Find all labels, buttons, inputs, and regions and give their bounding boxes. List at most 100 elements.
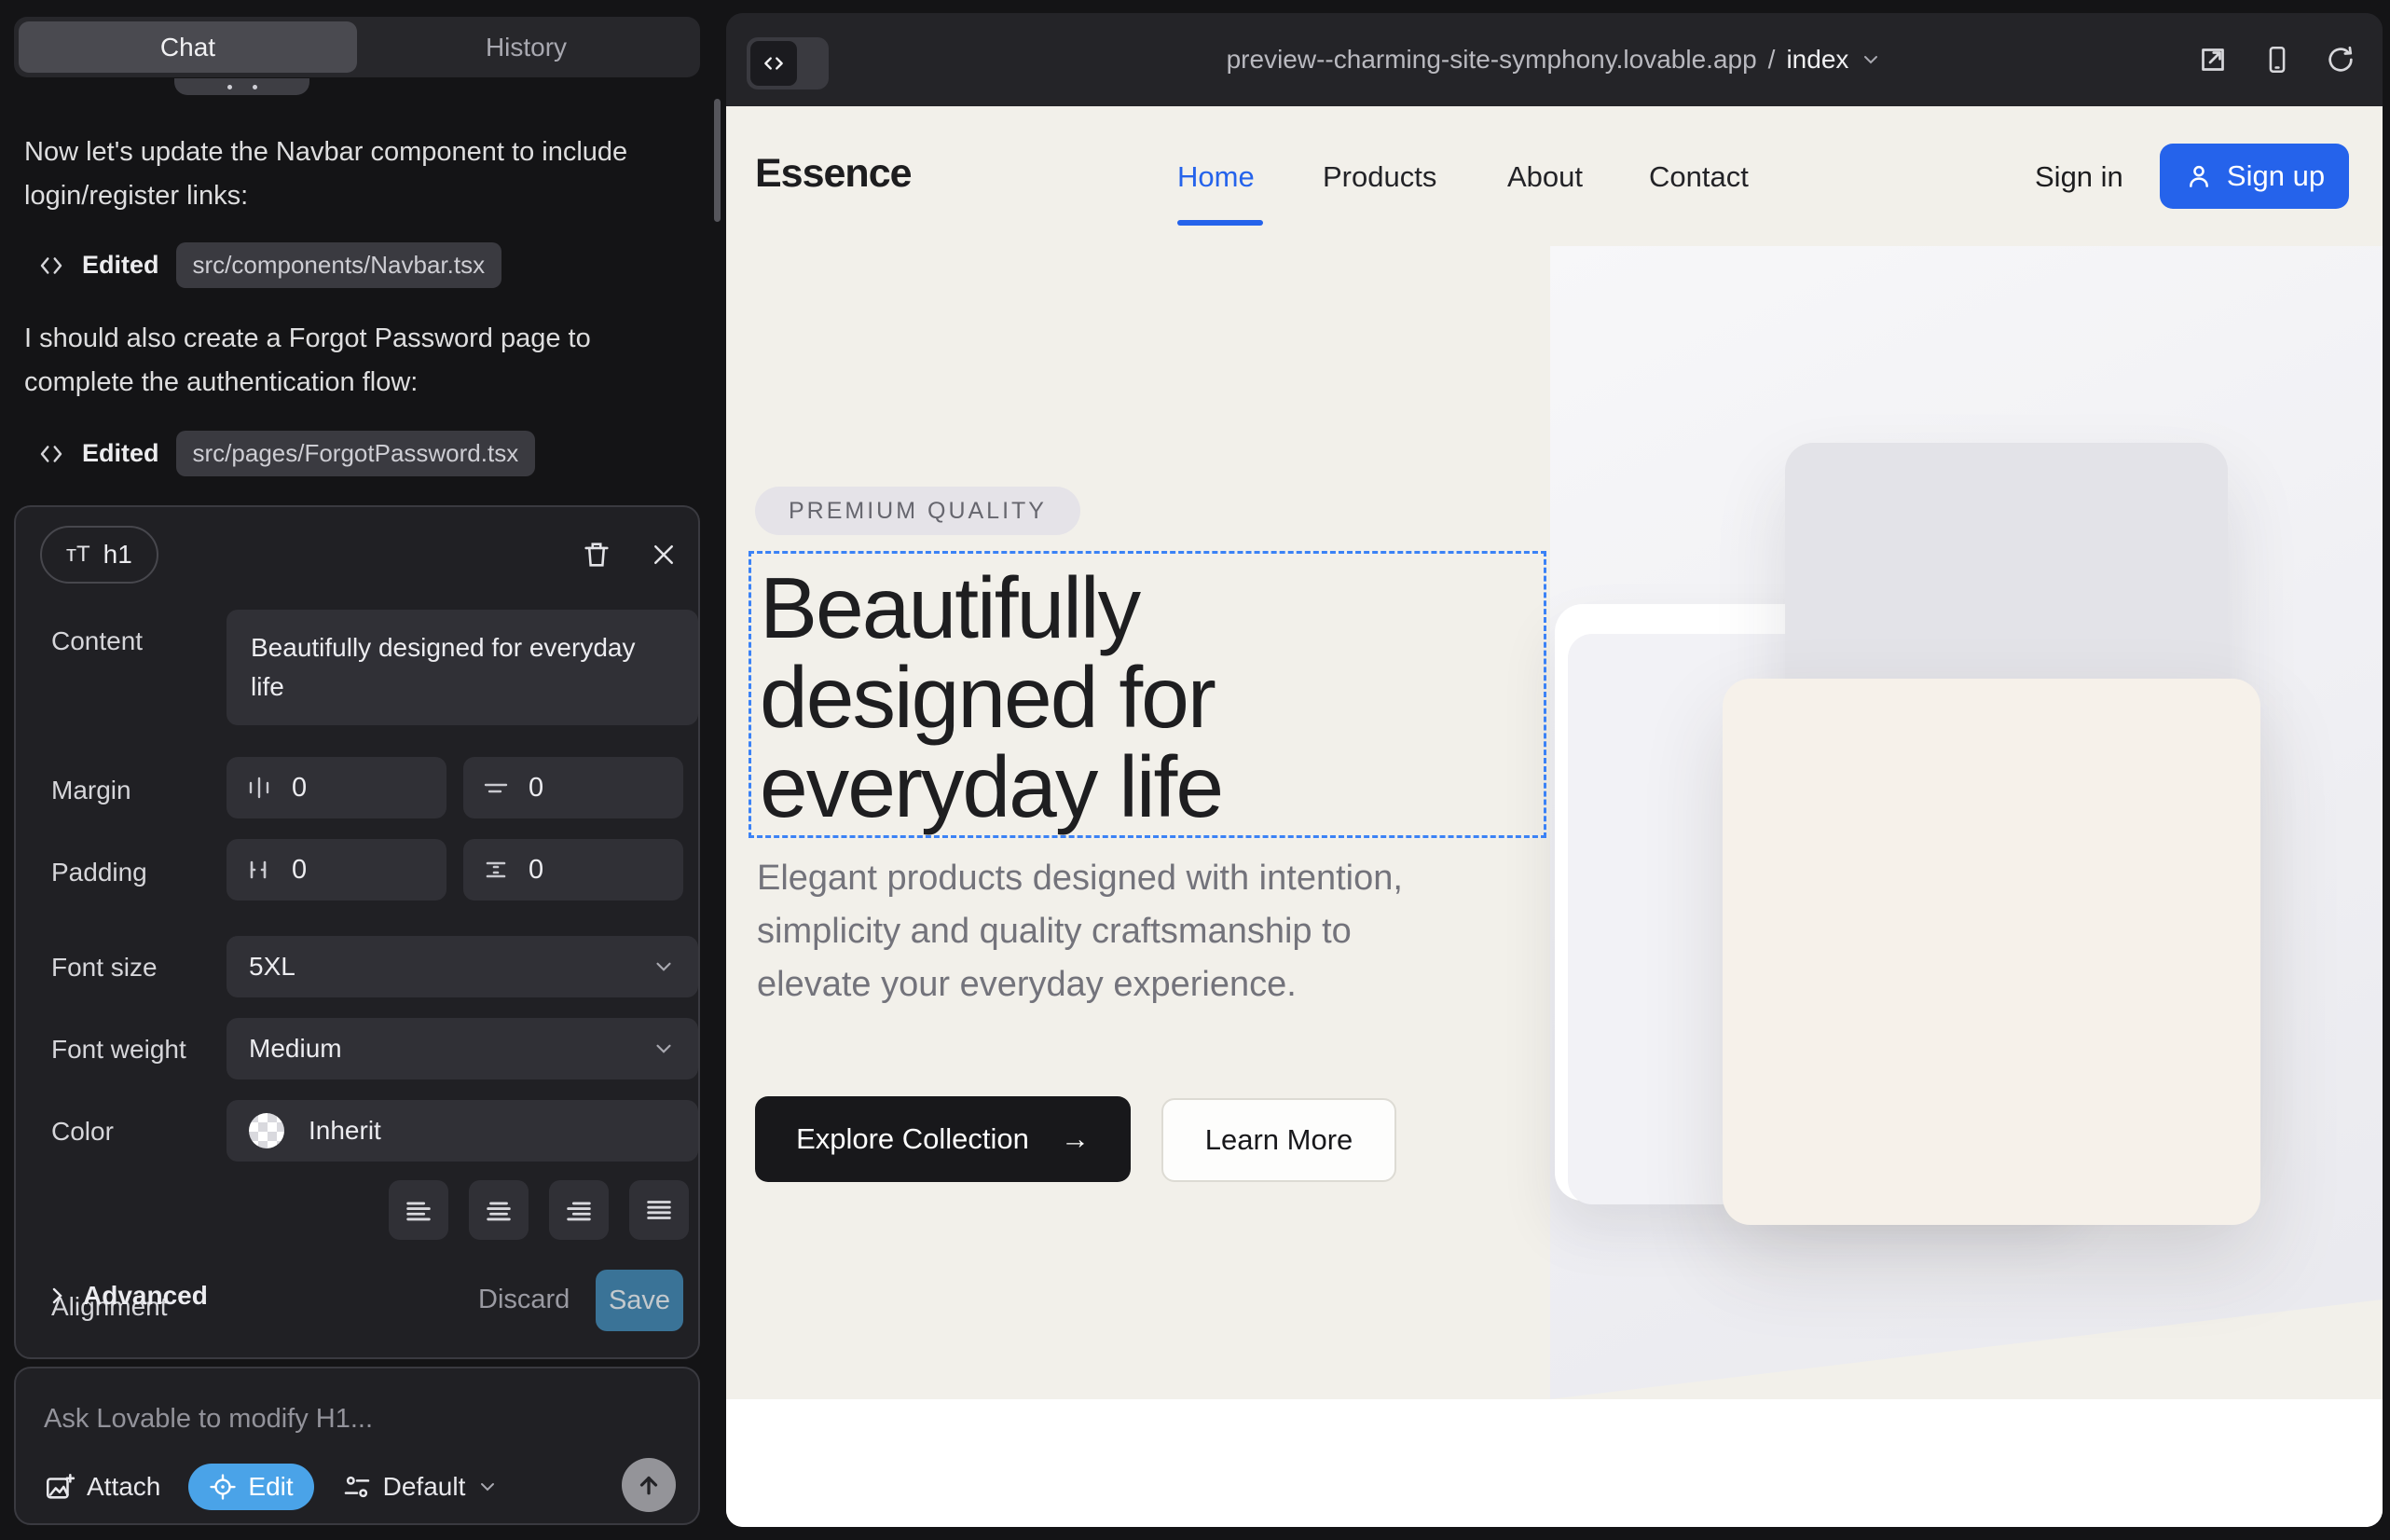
edited-file-row: Edited src/components/Navbar.tsx (37, 242, 501, 288)
active-nav-underline (1177, 220, 1263, 226)
chevron-right-icon (46, 1285, 68, 1307)
close-inspector-button[interactable] (642, 533, 685, 576)
chevron-down-icon (476, 1476, 499, 1498)
font-weight-select[interactable]: Medium (227, 1018, 698, 1079)
send-button[interactable] (622, 1458, 676, 1512)
code-icon (37, 440, 65, 468)
sliders-icon (342, 1472, 372, 1502)
nav-link-products[interactable]: Products (1323, 160, 1436, 194)
attach-button[interactable]: Attach (44, 1471, 160, 1503)
hero-paragraph: Elegant products designed with intention… (757, 852, 1403, 1011)
mobile-view-button[interactable] (2261, 44, 2293, 76)
chat-message: Now let's update the Navbar component to… (24, 131, 677, 218)
chevron-down-icon (652, 955, 676, 979)
refresh-icon (2325, 44, 2356, 76)
advanced-toggle[interactable]: Advanced (46, 1281, 208, 1311)
browser-chrome: preview--charming-site-symphony.lovable.… (726, 13, 2383, 106)
content-textarea[interactable]: Beautifully designed for everyday life (227, 610, 698, 725)
align-justify-icon (643, 1194, 675, 1226)
site-section-below (726, 1399, 2383, 1527)
chat-composer: Ask Lovable to modify H1... Attach Edit … (14, 1367, 700, 1525)
align-justify-button[interactable] (629, 1180, 689, 1240)
truncated-loading-chip (174, 78, 309, 95)
alignment-buttons (389, 1180, 689, 1240)
open-in-new-icon (2196, 43, 2230, 76)
padding-vertical-icon (482, 856, 510, 884)
font-weight-label: Font weight (51, 1035, 186, 1065)
attach-image-icon (44, 1471, 76, 1503)
explore-collection-button[interactable]: Explore Collection → (755, 1096, 1131, 1182)
font-size-label: Font size (51, 953, 158, 983)
color-select[interactable]: Inherit (227, 1100, 698, 1162)
sign-in-link[interactable]: Sign in (2035, 160, 2123, 194)
url-host: preview--charming-site-symphony.lovable.… (1227, 45, 1757, 75)
url-bar[interactable]: preview--charming-site-symphony.lovable.… (726, 13, 2383, 106)
margin-y-input[interactable]: 0 (463, 757, 683, 818)
discard-button[interactable]: Discard (478, 1285, 570, 1315)
chat-scrollbar[interactable] (714, 99, 721, 222)
send-icon (635, 1471, 663, 1499)
padding-label: Padding (51, 858, 147, 887)
edited-label: Edited (82, 251, 159, 280)
refresh-button[interactable] (2325, 44, 2356, 76)
site-logo[interactable]: Essence (755, 151, 912, 197)
margin-label: Margin (51, 776, 131, 805)
font-size-select[interactable]: 5XL (227, 936, 698, 997)
file-chip[interactable]: src/pages/ForgotPassword.tsx (176, 431, 536, 476)
element-tag-chip[interactable]: тT h1 (40, 526, 158, 584)
open-in-new-button[interactable] (2196, 43, 2230, 76)
edited-file-row: Edited src/pages/ForgotPassword.tsx (37, 431, 535, 476)
delete-element-button[interactable] (575, 533, 618, 576)
arrow-right-icon: → (1061, 1122, 1090, 1156)
chevron-down-icon (1860, 48, 1882, 71)
margin-horizontal-icon (245, 774, 273, 802)
file-chip[interactable]: src/components/Navbar.tsx (176, 242, 502, 288)
color-label: Color (51, 1117, 114, 1147)
nav-link-about[interactable]: About (1507, 160, 1583, 194)
mobile-icon (2261, 44, 2293, 76)
align-left-icon (403, 1194, 434, 1226)
browser-preview: preview--charming-site-symphony.lovable.… (726, 13, 2383, 1527)
chat-history-tabs: Chat History (14, 17, 700, 77)
margin-x-input[interactable]: 0 (227, 757, 446, 818)
element-inspector-panel: тT h1 Content Beautifully designed for e… (14, 505, 700, 1359)
site-page: Essence Home Products About Contact Sign… (726, 106, 2383, 1527)
edit-target-icon (209, 1473, 237, 1501)
sign-up-button[interactable]: Sign up (2160, 144, 2349, 209)
align-right-icon (563, 1194, 595, 1226)
hero-heading[interactable]: Beautifully designed for everyday life (760, 563, 1222, 832)
element-tag: h1 (103, 540, 132, 570)
hero-card-cream (1723, 679, 2260, 1225)
edited-label: Edited (82, 439, 159, 468)
app-window: Chat History Now let's update the Navbar… (0, 0, 2390, 1540)
site-navbar: Essence Home Products About Contact Sign… (726, 106, 2383, 246)
url-page: index (1786, 45, 1848, 75)
chat-message: I should also create a Forgot Password p… (24, 317, 677, 405)
save-button[interactable]: Save (596, 1270, 683, 1331)
align-left-button[interactable] (389, 1180, 448, 1240)
user-icon (2184, 161, 2214, 191)
edit-mode-button[interactable]: Edit (188, 1464, 313, 1510)
margin-vertical-icon (482, 774, 510, 802)
code-icon (37, 252, 65, 280)
align-center-button[interactable] (469, 1180, 529, 1240)
padding-horizontal-icon (245, 856, 273, 884)
align-right-button[interactable] (549, 1180, 609, 1240)
tab-chat[interactable]: Chat (19, 21, 357, 73)
nav-link-contact[interactable]: Contact (1649, 160, 1749, 194)
learn-more-button[interactable]: Learn More (1161, 1098, 1396, 1182)
close-icon (650, 541, 678, 569)
mode-select[interactable]: Default (342, 1472, 500, 1502)
trash-icon (581, 539, 612, 571)
composer-input[interactable]: Ask Lovable to modify H1... (44, 1404, 373, 1435)
content-label: Content (51, 626, 143, 656)
padding-y-input[interactable]: 0 (463, 839, 683, 901)
nav-link-home[interactable]: Home (1177, 160, 1255, 194)
padding-x-input[interactable]: 0 (227, 839, 446, 901)
align-center-icon (483, 1194, 515, 1226)
tab-history[interactable]: History (357, 21, 695, 73)
color-swatch (249, 1113, 284, 1148)
url-separator: / (1768, 45, 1776, 75)
type-icon: тT (66, 542, 90, 568)
hero-badge: PREMIUM QUALITY (755, 487, 1080, 535)
